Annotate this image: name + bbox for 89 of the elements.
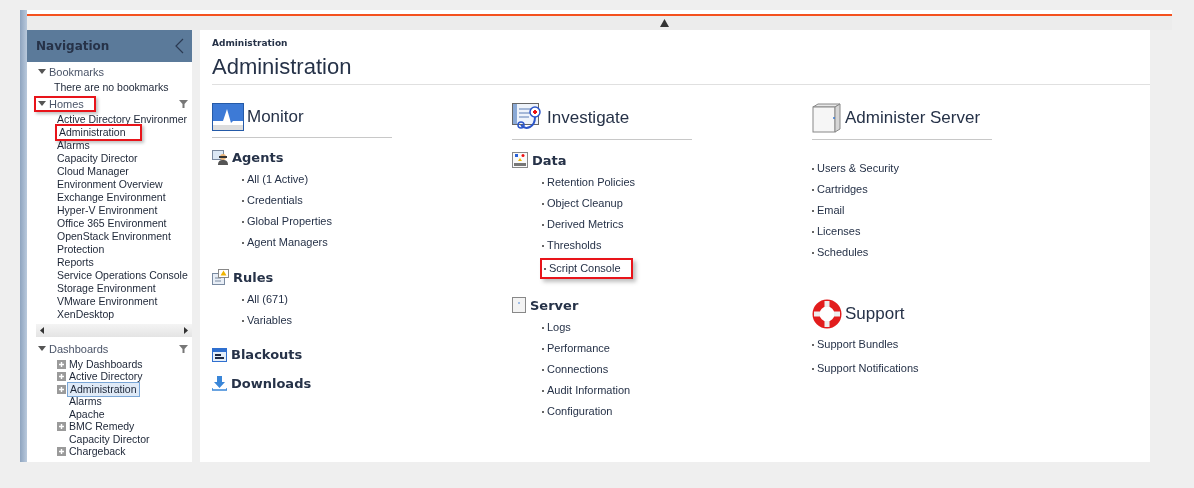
menu-link[interactable]: Support Notifications [812,362,919,375]
section-heading: Investigate [547,108,630,128]
scroll-left-icon[interactable] [40,327,44,334]
highlighted-section-header[interactable]: Homes [34,96,96,112]
empty-note: There are no bookmarks [53,81,170,94]
menu-link[interactable]: Object Cleanup [542,197,623,210]
section-heading: Administer Server [845,108,981,128]
expanded-triangle-icon[interactable] [38,101,46,107]
nav-item[interactable]: Administration [55,124,142,141]
section-title[interactable]: Dashboards [49,343,109,355]
menu-link[interactable]: Retention Policies [542,176,636,189]
group-title: Server [530,297,579,313]
group-title: Data [532,152,567,168]
collapse-icon[interactable] [175,38,184,54]
menu-link[interactable]: All (1 Active) [242,173,309,186]
nav-item[interactable]: Protection [55,243,107,256]
group-title: Blackouts [231,347,303,362]
page-title: Administration [212,54,1150,85]
nav-item[interactable]: Reports [55,256,96,269]
nav-item[interactable]: Environment Overview [55,178,165,191]
menu-link[interactable]: Script Console [540,258,633,279]
horizontal-scrollbar[interactable] [36,324,192,337]
nav-item[interactable]: Active Directory Environmer [55,113,190,126]
nav-item[interactable]: Office 365 Environment [55,217,169,230]
menu-link[interactable]: Logs [542,321,571,334]
nav-item[interactable]: Hyper-V Environment [55,204,160,217]
section-heading: Support [845,304,905,324]
menu-link[interactable]: Performance [542,342,610,355]
download-arrow-icon [212,376,227,391]
lifebuoy-icon [812,299,842,329]
expand-plus-icon[interactable] [57,447,66,457]
dashboard-item[interactable]: Capacity Director [67,432,152,446]
nav-item[interactable]: Exchange Environment [55,191,168,204]
box-icon [512,297,526,313]
expand-plus-icon[interactable] [57,384,66,394]
menu-link[interactable]: Cartridges [812,183,868,196]
dashboard-item[interactable]: Administration [67,381,140,397]
menu-link[interactable]: Variables [242,314,293,327]
nav-item[interactable]: VMware Environment [55,295,160,308]
navigation-title: Navigation [36,39,110,53]
expanded-triangle-icon[interactable] [38,346,46,352]
menu-link[interactable]: Credentials [242,194,303,207]
menu-link[interactable]: Users & Security [812,162,899,175]
menu-link[interactable]: Global Properties [242,215,332,228]
dashboard-item[interactable]: Alarms [67,395,104,409]
nav-item[interactable]: Alarms [55,139,92,152]
expand-plus-icon[interactable] [57,372,66,382]
scroll-right-icon[interactable] [184,327,188,334]
dashboard-item[interactable]: Chargeback [67,445,128,459]
collapse-up-icon[interactable] [660,19,669,27]
dashboard-item[interactable]: Active Directory [67,370,145,384]
group-title: Downloads [231,376,312,391]
menu-link[interactable]: Thresholds [542,239,602,252]
document-warning-icon [212,269,229,285]
nav-item[interactable]: Cloud Manager [55,165,131,178]
menu-link[interactable]: Licenses [812,225,861,238]
data-blocks-icon [512,152,528,168]
expand-plus-icon[interactable] [57,359,66,369]
section-title[interactable]: Bookmarks [49,66,105,78]
nav-item[interactable]: XenDesktop [55,308,117,321]
menu-link[interactable]: Derived Metrics [542,218,624,231]
section-heading: Monitor [247,107,304,127]
filter-icon[interactable] [179,345,188,353]
menu-link[interactable]: Configuration [542,405,613,418]
menu-link[interactable]: Audit Information [542,384,631,397]
expand-plus-icon[interactable] [57,422,66,432]
breadcrumb: Administration [212,38,289,48]
chart-peak-icon [212,103,244,131]
dashboard-item[interactable]: BMC Remedy [67,420,137,434]
nav-item[interactable]: OpenStack Environment [55,230,173,243]
nav-item[interactable]: Service Operations Console [55,269,190,282]
menu-link[interactable]: All (671) [242,293,288,306]
menu-link[interactable]: Support Bundles [812,338,899,351]
dashboard-item[interactable]: Apache [67,407,107,421]
group-title: Rules [233,269,274,285]
group-title: Agents [232,150,284,165]
menu-link[interactable]: Schedules [812,246,869,259]
filter-icon[interactable] [179,100,188,108]
section-title[interactable]: Homes [49,98,84,110]
calendar-grid-icon [212,347,227,362]
menu-link[interactable]: Agent Managers [242,236,328,249]
menu-link[interactable]: Email [812,204,845,217]
nav-item[interactable]: Storage Environment [55,282,158,295]
server-box-icon [812,103,842,133]
menu-link[interactable]: Connections [542,363,609,376]
dashboard-item[interactable]: My Dashboards [67,357,145,371]
expanded-triangle-icon[interactable] [38,69,46,75]
nav-item[interactable]: Capacity Director [55,152,140,165]
agent-person-icon [212,150,228,165]
